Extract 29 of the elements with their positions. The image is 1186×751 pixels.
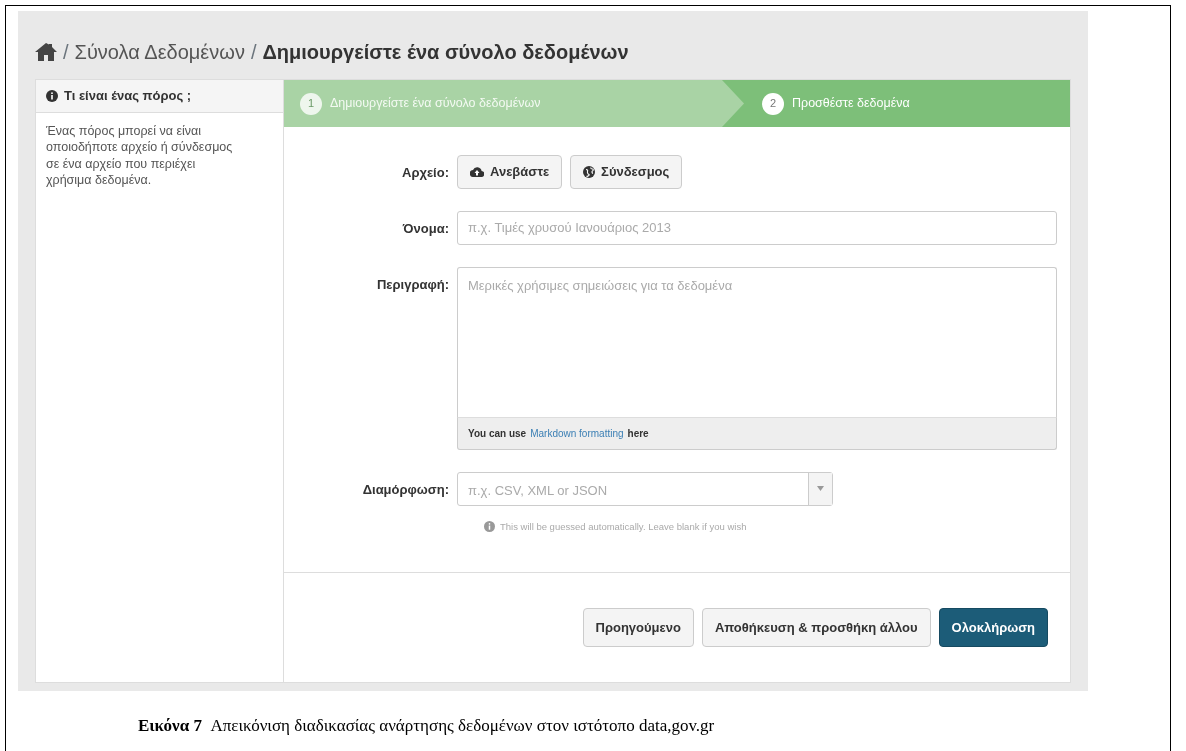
link-button[interactable]: Σύνδεσμος xyxy=(570,155,683,189)
action-button[interactable]: Προηγούμενο xyxy=(582,607,694,648)
info-icon xyxy=(484,521,495,533)
field-label: Διαμόρφωση: xyxy=(361,480,449,499)
action-button[interactable]: Αποθήκευση & προσθήκη άλλου xyxy=(701,607,931,648)
field-label: Αρχείο: xyxy=(401,164,449,182)
dropdown-arrow-icon xyxy=(817,486,824,491)
field-label: Όνομα: xyxy=(401,219,449,238)
globe-icon xyxy=(583,165,596,178)
hint-text: here xyxy=(627,426,649,441)
help-text: This will be guessed automatically. Leave blank if you wish xyxy=(500,519,747,534)
home-icon[interactable] xyxy=(35,43,57,61)
info-icon xyxy=(46,90,58,102)
markdown-link[interactable]: Markdown formatting xyxy=(530,425,624,441)
sidebar-title: Τι είναι ένας πόρος ; xyxy=(64,87,192,106)
wizard-step[interactable]: 2 Προσθέστε δεδομένα xyxy=(722,80,1070,127)
finish-button[interactable]: Ολοκλήρωση xyxy=(938,607,1048,648)
breadcrumb-separator: / xyxy=(63,40,69,65)
figure-caption: Εικόνα 7 Απεικόνιση διαδικασίας ανάρτησης δεδομένων στον ιστότοπο data,gov.gr xyxy=(138,715,716,737)
field-label: Περιγραφή: xyxy=(375,275,449,294)
page-title: Δημιουργείστε ένα σύνολο δεδομένων xyxy=(262,40,629,65)
breadcrumb-separator: / xyxy=(250,40,257,65)
cloud-upload-icon xyxy=(470,166,484,178)
upload-button[interactable]: Ανεβάστε xyxy=(457,155,563,189)
description-field[interactable]: Μερικές χρήσιμες σημειώσεις για τα δεδομένα xyxy=(457,266,1057,417)
hint-text: You can use xyxy=(468,426,527,441)
sidebar-text: Ένας πόρος μπορεί να είναι οποιοδήποτε αρχείο ή σύνδεσμος σε ένα αρχείο που περιέχει χρήσιμα δεδομένα. xyxy=(45,123,234,189)
breadcrumb-link[interactable]: Σύνολα Δεδομένων xyxy=(74,37,245,67)
name-field[interactable]: π.χ. Τιμές χρυσού Ιανουάριος 2013 xyxy=(457,210,1057,245)
